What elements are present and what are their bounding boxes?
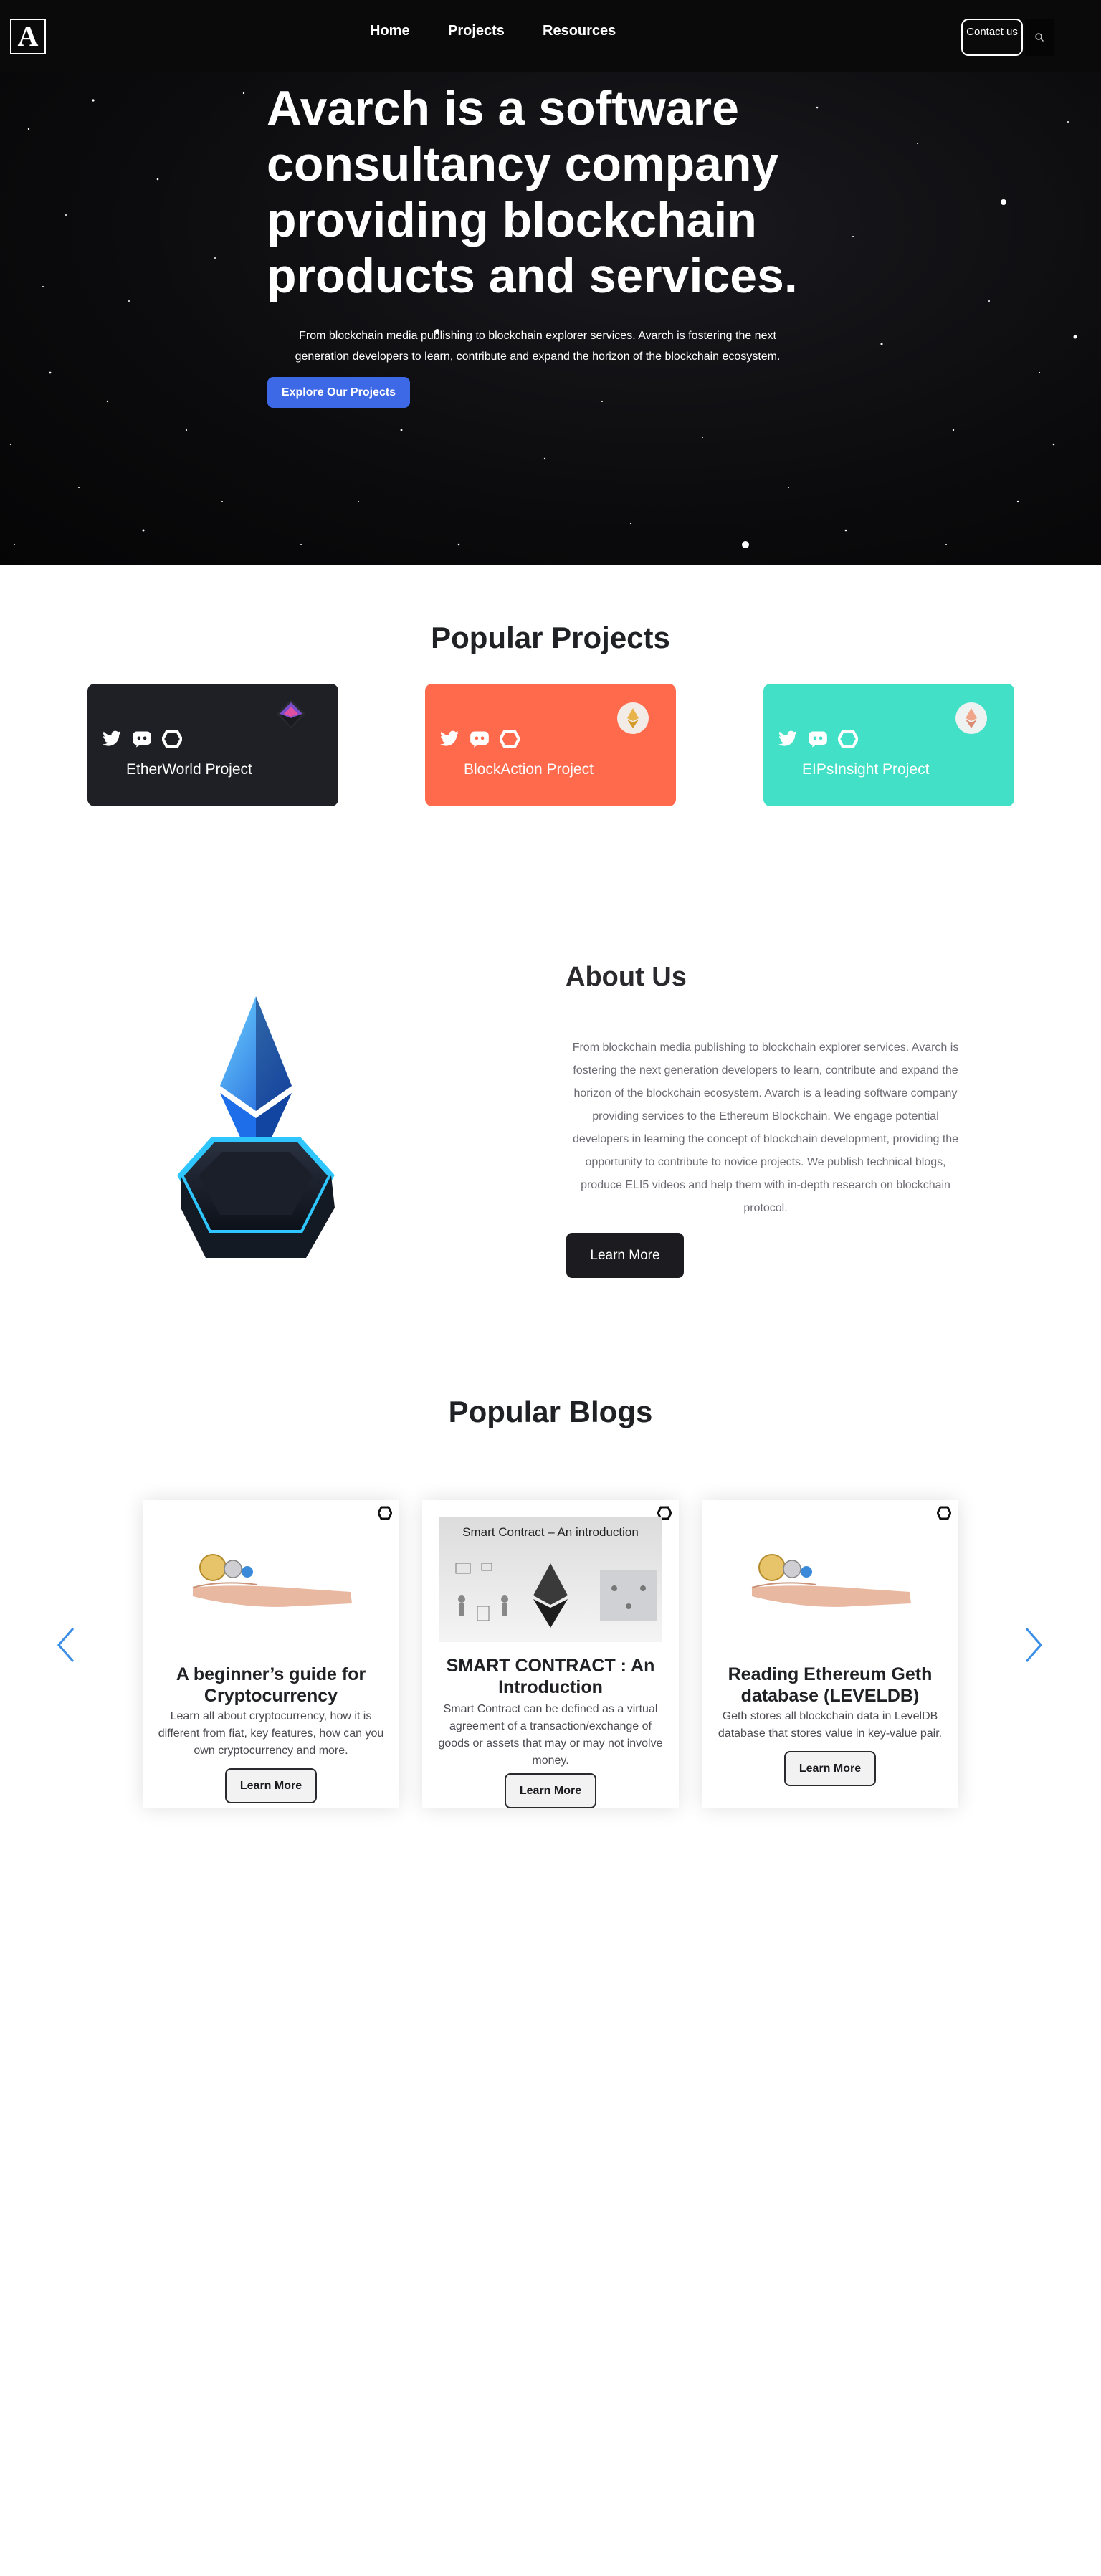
- hero-title: Avarch is a software consultancy company…: [267, 81, 798, 303]
- project-name: BlockAction Project: [464, 761, 594, 778]
- explore-projects-button[interactable]: Explore Our Projects: [267, 377, 410, 408]
- eipsinsight-logo-icon: [955, 702, 987, 734]
- project-card-blockaction[interactable]: BlockAction Project: [425, 684, 676, 806]
- discord-icon[interactable]: [470, 730, 490, 748]
- hero-section: A Home Projects Resources Contact us Ava…: [0, 0, 1101, 565]
- project-card-eipsinsight[interactable]: EIPsInsight Project: [763, 684, 1014, 806]
- blogs-title: Popular Blogs: [448, 1395, 653, 1428]
- hexagon-icon: [378, 1506, 392, 1520]
- twitter-icon[interactable]: [778, 730, 798, 748]
- blog-learn-more-button[interactable]: Learn More: [505, 1773, 596, 1808]
- carousel-prev-arrow-icon[interactable]: [56, 1626, 76, 1664]
- avarch-logo[interactable]: A: [10, 19, 46, 54]
- logo-letter: A: [17, 20, 39, 52]
- nav-home[interactable]: Home: [370, 23, 410, 39]
- blog-description: Learn all about cryptocurrency, how it i…: [158, 1710, 384, 1757]
- search-button[interactable]: [1025, 19, 1054, 56]
- smart-contract-thumbnail: Smart Contract – An introduction: [439, 1517, 662, 1642]
- page: A Home Projects Resources Contact us Ava…: [0, 0, 1101, 2576]
- hero-subtitle: From blockchain media publishing to bloc…: [295, 330, 781, 363]
- thumbnail-caption: Smart Contract – An introduction: [462, 1525, 639, 1539]
- search-icon: [1035, 33, 1044, 42]
- blog-title: SMART CONTRACT : An Introduction: [446, 1656, 655, 1697]
- twitter-icon[interactable]: [102, 730, 122, 748]
- hexagon-icon[interactable]: [500, 730, 520, 748]
- project-socials: [102, 730, 182, 748]
- blog-description: Geth stores all blockchain data in Level…: [718, 1710, 943, 1740]
- project-name: EIPsInsight Project: [802, 761, 930, 778]
- about-learn-more-button[interactable]: Learn More: [566, 1233, 684, 1278]
- projects-title: Popular Projects: [431, 621, 670, 654]
- smart-contract-diagram: [455, 1563, 657, 1628]
- ethereum-pedestal-illustration: [177, 996, 335, 1258]
- crypto-hand-illustration: [751, 1554, 911, 1607]
- project-card-etherworld[interactable]: EtherWorld Project: [87, 684, 338, 806]
- about-title: About Us: [566, 962, 687, 992]
- project-socials: [439, 730, 520, 748]
- about-text: From blockchain media publishing to bloc…: [572, 1041, 959, 1214]
- hexagon-icon: [937, 1506, 951, 1520]
- blog-title: A beginner’s guide for Cryptocurrency: [176, 1664, 366, 1706]
- discord-icon[interactable]: [132, 730, 152, 748]
- twitter-icon[interactable]: [439, 730, 459, 748]
- nav-projects[interactable]: Projects: [448, 23, 505, 39]
- blog-card-crypto-guide[interactable]: A beginner’s guide for Cryptocurrency Le…: [143, 1500, 399, 1808]
- blog-card-smart-contract[interactable]: Smart Contract – An introduction SMART C…: [422, 1500, 679, 1808]
- blockaction-logo-icon: [617, 702, 649, 734]
- blog-description: Smart Contract can be defined as a virtu…: [438, 1703, 663, 1767]
- nav-resources[interactable]: Resources: [543, 23, 616, 39]
- hexagon-icon[interactable]: [838, 730, 858, 748]
- hexagon-icon[interactable]: [162, 730, 182, 748]
- blog-learn-more-button[interactable]: Learn More: [225, 1768, 317, 1803]
- project-name: EtherWorld Project: [126, 761, 252, 778]
- project-socials: [778, 730, 858, 748]
- blog-card-geth-database[interactable]: Reading Ethereum Geth database (LEVELDB)…: [702, 1500, 958, 1808]
- carousel-next-arrow-icon[interactable]: [1024, 1626, 1044, 1664]
- contact-us-button[interactable]: Contact us: [961, 19, 1023, 56]
- blog-title: Reading Ethereum Geth database (LEVELDB): [728, 1664, 933, 1706]
- crypto-hand-illustration: [192, 1554, 352, 1607]
- blog-learn-more-button[interactable]: Learn More: [784, 1751, 876, 1786]
- navbar: A Home Projects Resources Contact us: [0, 0, 1101, 72]
- discord-icon[interactable]: [808, 730, 828, 748]
- etherworld-logo-icon: [277, 700, 305, 728]
